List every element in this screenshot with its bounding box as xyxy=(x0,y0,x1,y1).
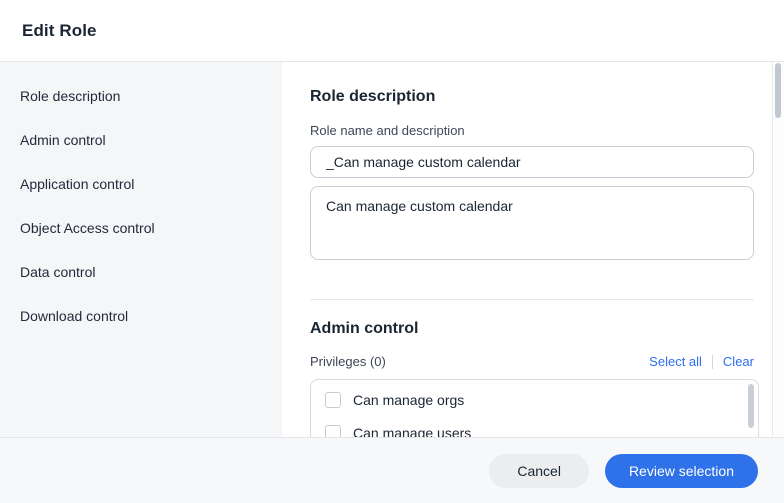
sidebar-item-object-access-control[interactable]: Object Access control xyxy=(0,206,282,250)
page-title: Edit Role xyxy=(22,20,97,40)
sidebar-item-admin-control[interactable]: Admin control xyxy=(0,118,282,162)
review-selection-button[interactable]: Review selection xyxy=(604,453,758,488)
privilege-label: Can manage orgs xyxy=(353,391,465,408)
edit-role-modal: Edit Role Role description Admin control… xyxy=(0,0,784,503)
main-scrollbar-track[interactable] xyxy=(772,62,784,437)
role-description-heading: Role description xyxy=(310,88,436,105)
clear-link[interactable]: Clear xyxy=(723,354,754,369)
list-item: Can manage orgs xyxy=(311,383,758,416)
sidebar-item-label: Application control xyxy=(20,176,135,192)
sidebar-item-data-control[interactable]: Data control xyxy=(0,250,282,294)
sidebar-item-label: Admin control xyxy=(20,132,106,148)
sidebar-item-role-description[interactable]: Role description xyxy=(0,74,282,118)
section-divider xyxy=(310,299,754,300)
role-name-input[interactable] xyxy=(310,146,754,178)
main-scrollbar-thumb[interactable] xyxy=(775,63,781,118)
select-all-link[interactable]: Select all xyxy=(649,354,702,369)
link-separator xyxy=(711,354,713,369)
modal-body: Role description Admin control Applicati… xyxy=(0,62,784,437)
sidebar-item-application-control[interactable]: Application control xyxy=(0,162,282,206)
modal-footer: Cancel Review selection xyxy=(0,437,784,503)
privileges-scrollbar-thumb[interactable] xyxy=(748,384,754,428)
role-name-label: Role name and description xyxy=(310,123,465,138)
privileges-list: Can manage orgs Can manage users xyxy=(310,379,759,437)
sidebar-item-label: Download control xyxy=(20,308,129,324)
privileges-toolbar: Privileges (0) Select all Clear xyxy=(310,354,754,369)
sidebar-item-label: Object Access control xyxy=(20,220,155,236)
privileges-count-label: Privileges (0) xyxy=(310,354,386,369)
sidebar-item-label: Role description xyxy=(20,88,121,104)
sidebar-item-download-control[interactable]: Download control xyxy=(0,294,282,338)
cancel-button[interactable]: Cancel xyxy=(489,453,589,488)
sidebar-nav: Role description Admin control Applicati… xyxy=(0,62,282,437)
admin-control-heading: Admin control xyxy=(310,320,419,337)
list-item: Can manage users xyxy=(311,416,758,437)
sidebar-item-label: Data control xyxy=(20,264,96,280)
main-content: Role description Role name and descripti… xyxy=(282,62,784,437)
privilege-checkbox-manage-orgs[interactable] xyxy=(325,391,341,408)
modal-header: Edit Role xyxy=(0,0,784,62)
privilege-checkbox-manage-users[interactable] xyxy=(325,424,341,437)
role-description-textarea[interactable] xyxy=(310,186,754,260)
privilege-label: Can manage users xyxy=(353,424,472,438)
